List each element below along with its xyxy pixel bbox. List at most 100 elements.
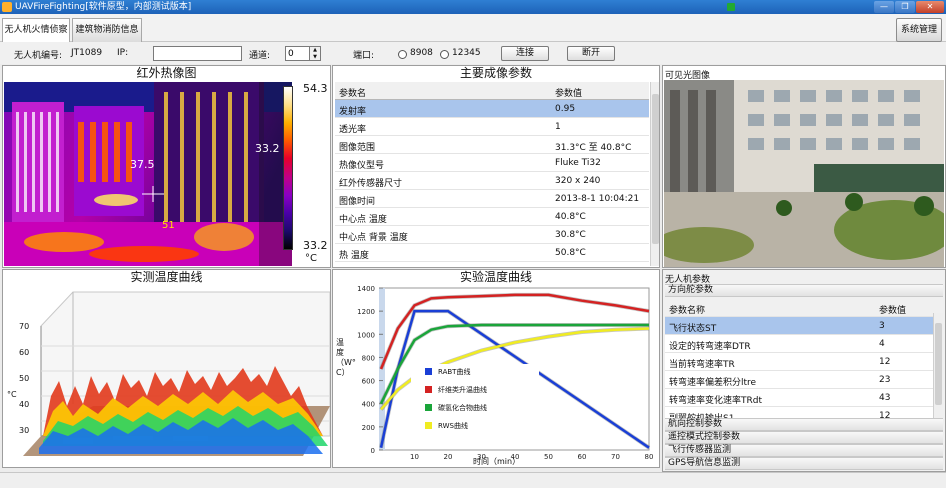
- param-value: 320 x 240: [555, 176, 601, 186]
- measured-surface-plot: [23, 291, 330, 456]
- x-tick-label: 20: [444, 453, 453, 461]
- legend-item-rabt: RABT曲线: [425, 368, 470, 377]
- section-flight-sensor-monitor[interactable]: 飞行传感器监测: [665, 444, 943, 457]
- measured-y-tick-30: 30: [19, 426, 30, 435]
- table-row[interactable]: 中心点 背景 温度 30.8°C: [335, 226, 649, 244]
- table-row[interactable]: 图像范围 31.3°C 至 40.8°C: [335, 136, 649, 154]
- param-name: 透光率: [339, 125, 367, 135]
- x-tick-label: 60: [578, 453, 587, 461]
- port-radio-8908[interactable]: [398, 50, 407, 59]
- table-row[interactable]: 热 温度 50.8°C: [335, 244, 649, 262]
- param-value: 30.8°C: [555, 230, 586, 240]
- table-row[interactable]: 当前转弯速率TR 12: [665, 353, 933, 371]
- table-header: 参数名称 参数值: [665, 299, 933, 317]
- imaging-params-panel: 主要成像参数 参数名 参数值 发射率 0.95 透光率 1 图像范围 31.3°C 至 4…: [332, 65, 660, 268]
- legend-item-rws: RWS曲线: [425, 422, 468, 431]
- chart-y-axis-label: 温度（W°C）: [336, 338, 356, 377]
- param-name: 中心点 背景 温度: [339, 233, 408, 243]
- x-tick-label: 10: [410, 453, 419, 461]
- table-row[interactable]: 设定的转弯速率DTR 4: [665, 335, 933, 353]
- port-option-8908: 8908: [410, 48, 433, 58]
- legend-swatch-rabt: [425, 368, 432, 375]
- port-radio-12345[interactable]: [440, 50, 449, 59]
- legend-swatch-cellulosic: [425, 386, 432, 393]
- section-remote-control-mode[interactable]: 遥控模式控制参数: [665, 431, 943, 444]
- uav-param-name: 转弯速率变化速率TRdt: [669, 396, 762, 406]
- param-value: 50.8°C: [555, 248, 586, 258]
- measured-y-tick-50: 50: [19, 374, 30, 383]
- params-scrollbar[interactable]: [650, 82, 659, 266]
- table-row[interactable]: 飞行状态ST 3: [665, 317, 933, 335]
- app-icon: [2, 2, 12, 12]
- uav-param-name: 转弯速率偏差积分ltre: [669, 378, 757, 388]
- title-bar: UAVFireFighting[软件原型，内部测试版本] — ❐ ✕: [0, 0, 946, 14]
- y-tick-label: 200: [362, 424, 375, 432]
- param-value: 1: [555, 122, 561, 132]
- table-row[interactable]: 中心点 温度 40.8°C: [335, 208, 649, 226]
- tab-building-fire-info[interactable]: 建筑物消防信息: [72, 18, 142, 42]
- param-name: 中心点 温度: [339, 215, 387, 225]
- measured-y-tick-60: 60: [19, 348, 30, 357]
- uav-params-scroll-thumb[interactable]: [935, 323, 942, 405]
- section-heading-control[interactable]: 航向控制参数: [665, 418, 943, 431]
- uav-params-table: 参数名称 参数值 飞行状态ST 3 设定的转弯速率DTR 4 当前转弯速率TR 12 转弯速…: [665, 299, 933, 422]
- channel-spinner[interactable]: ▲ ▼: [309, 46, 321, 61]
- uav-param-name: 当前转弯速率TR: [669, 360, 735, 370]
- y-tick-label: 1400: [357, 285, 375, 293]
- temperature-color-scale: [283, 86, 293, 250]
- channel-input[interactable]: [285, 46, 310, 61]
- uav-id-label: 无人机编号:: [14, 51, 63, 61]
- channel-label: 通道:: [249, 51, 271, 61]
- connection-toolbar: 无人机编号: JT1089 IP: 通道: 端口: 8908 12345 连接 …: [0, 42, 946, 64]
- status-bar: [0, 472, 946, 488]
- connect-button[interactable]: 连接: [501, 46, 549, 61]
- table-row[interactable]: 发射率 0.95: [335, 100, 649, 118]
- param-name: 热 温度: [339, 251, 369, 261]
- scale-min-label: 33.2: [303, 239, 328, 252]
- infrared-panel: 红外热像图 37.5 33.2 51 54.3 33.2 °C: [2, 65, 331, 268]
- param-name: 图像范围: [339, 143, 376, 153]
- uav-params-scrollbar[interactable]: [933, 313, 943, 422]
- section-rudder-params[interactable]: 方向舵参数: [665, 284, 943, 297]
- param-value: 0.95: [555, 104, 576, 114]
- y-tick-label: 800: [362, 354, 375, 362]
- y-tick-label: 1000: [357, 331, 375, 339]
- uav-params-panel: 无人机参数 方向舵参数 参数名称 参数值 飞行状态ST 3 设定的转弯速率DTR 4 当…: [662, 269, 946, 472]
- param-value: 31.3°C 至 40.8°C: [555, 143, 632, 153]
- spot-temp-b: 33.2: [255, 142, 280, 155]
- table-row[interactable]: 图像时间 2013-8-1 10:04:21: [335, 190, 649, 208]
- disconnect-button[interactable]: 断开: [567, 46, 615, 61]
- scale-unit-label: °C: [305, 253, 317, 264]
- table-row[interactable]: 红外传感器尺寸 320 x 240: [335, 172, 649, 190]
- param-name: 热像仪型号: [339, 161, 385, 171]
- x-tick-label: 50: [544, 453, 553, 461]
- system-management-button[interactable]: 系统管理: [896, 18, 942, 42]
- visible-photo: [664, 80, 944, 267]
- legend-item-cellulosic: 纤维类升温曲线: [425, 386, 487, 395]
- uav-param-value: 3: [879, 321, 885, 331]
- section-gps-navigation-monitor[interactable]: GPS导航信息监测: [665, 457, 943, 470]
- imaging-params-table: 参数名 参数值 发射率 0.95 透光率 1 图像范围 31.3°C 至 40.8°C 热像…: [335, 82, 649, 265]
- ip-label: IP:: [117, 48, 129, 58]
- table-row[interactable]: 转弯速率偏差积分ltre 23: [665, 371, 933, 389]
- params-scroll-thumb[interactable]: [652, 94, 659, 244]
- visible-image-panel: 可见光图像: [662, 65, 946, 268]
- uav-id-value: JT1089: [71, 48, 103, 58]
- y-tick-label: 400: [362, 401, 375, 409]
- table-row[interactable]: 热像仪型号 Fluke Ti32: [335, 154, 649, 172]
- status-indicator-icon: [727, 3, 735, 11]
- chart-x-axis-label: 时间（min）: [473, 457, 521, 466]
- scale-max-label: 54.3: [303, 82, 328, 95]
- tab-uav-fire-recon[interactable]: 无人机火情侦察: [2, 18, 70, 42]
- ip-input[interactable]: [153, 46, 242, 61]
- table-row[interactable]: 透光率 1: [335, 118, 649, 136]
- tab-bar: 无人机火情侦察 建筑物消防信息 系统管理: [0, 14, 946, 42]
- y-tick-label: 1200: [357, 308, 375, 316]
- y-tick-label: 600: [362, 378, 375, 386]
- col-param-name: 参数名: [339, 89, 367, 99]
- close-button[interactable]: ✕: [916, 1, 944, 13]
- table-row[interactable]: 转弯速率变化速率TRdt 43: [665, 389, 933, 407]
- maximize-button[interactable]: ❐: [895, 1, 915, 13]
- port-label: 端口:: [353, 51, 375, 61]
- minimize-button[interactable]: —: [874, 1, 894, 13]
